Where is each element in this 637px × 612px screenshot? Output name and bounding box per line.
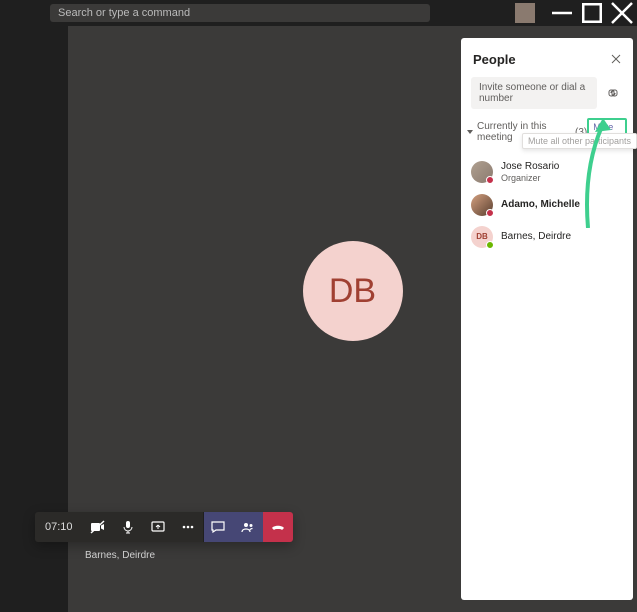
- people-panel-header: People: [461, 38, 633, 77]
- maximize-button[interactable]: [577, 0, 607, 26]
- close-window-button[interactable]: [607, 0, 637, 26]
- participant-avatar: [471, 194, 493, 216]
- participant-info: Jose RosarioOrganizer: [501, 161, 559, 184]
- call-control-bar: 07:10: [35, 512, 293, 542]
- presence-indicator: [486, 209, 494, 217]
- participant-info: Adamo, Michelle: [501, 199, 580, 211]
- search-placeholder: Search or type a command: [58, 7, 190, 19]
- call-duration: 07:10: [35, 512, 83, 542]
- participant-name: Jose Rosario: [501, 161, 559, 173]
- invite-input[interactable]: Invite someone or dial a number: [471, 77, 597, 109]
- current-user-avatar[interactable]: [515, 3, 535, 23]
- presence-indicator: [486, 241, 494, 249]
- search-input[interactable]: Search or type a command: [50, 4, 430, 22]
- participant-role: Organizer: [501, 173, 559, 184]
- avatar-initials: DB: [329, 272, 376, 311]
- presence-indicator: [486, 176, 494, 184]
- more-actions-button[interactable]: [173, 512, 203, 542]
- minimize-button[interactable]: [547, 0, 577, 26]
- people-panel: People Invite someone or dial a number C…: [461, 38, 633, 600]
- people-panel-close-button[interactable]: [611, 52, 621, 67]
- participant-info: Barnes, Deirdre: [501, 231, 571, 243]
- camera-toggle-button[interactable]: [83, 512, 113, 542]
- chevron-down-icon: [467, 130, 473, 134]
- copy-link-button[interactable]: [603, 83, 623, 103]
- participant-list: Jose RosarioOrganizer Adamo, Michelle DB Ba…: [461, 150, 633, 253]
- participant-caption: Barnes, Deirdre: [85, 550, 155, 561]
- mute-all-tooltip: Mute all other participants: [522, 133, 637, 149]
- participant-name: Barnes, Deirdre: [501, 231, 571, 243]
- window-controls: [515, 0, 637, 26]
- title-bar: Search or type a command: [0, 0, 637, 26]
- participant-row[interactable]: Adamo, Michelle: [471, 189, 623, 221]
- people-panel-title: People: [473, 52, 516, 67]
- share-screen-button[interactable]: [143, 512, 173, 542]
- invite-row: Invite someone or dial a number: [461, 77, 633, 109]
- invite-placeholder: Invite someone or dial a number: [479, 82, 585, 104]
- chat-toggle-button[interactable]: [203, 512, 233, 542]
- section-current-meeting[interactable]: Currently in this meeting (3) Mute all M…: [461, 109, 633, 150]
- mic-toggle-button[interactable]: [113, 512, 143, 542]
- people-toggle-button[interactable]: [233, 512, 263, 542]
- participant-avatar: [471, 161, 493, 183]
- participant-row[interactable]: DB Barnes, Deirdre: [471, 221, 623, 253]
- participant-row[interactable]: Jose RosarioOrganizer: [471, 156, 623, 189]
- participant-name: Adamo, Michelle: [501, 199, 580, 211]
- participant-avatar: DB: [471, 226, 493, 248]
- participant-avatar-large: DB: [303, 241, 403, 341]
- hang-up-button[interactable]: [263, 512, 293, 542]
